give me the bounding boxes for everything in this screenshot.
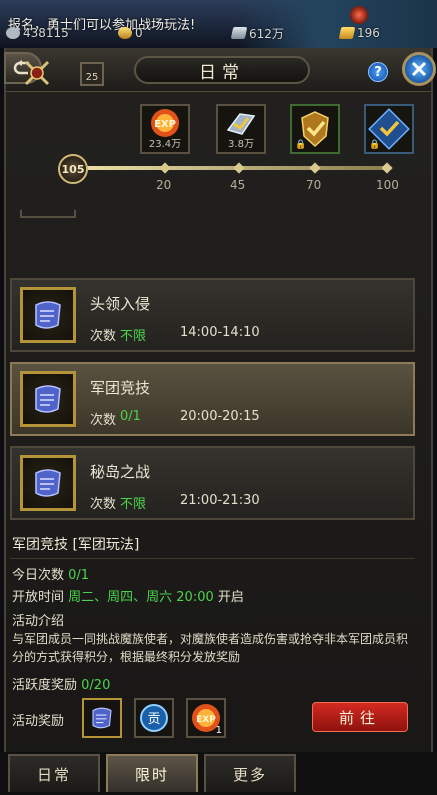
today-count-label: 今日次数 xyxy=(12,568,65,583)
event-name: 头领入侵 xyxy=(90,295,151,313)
milestone-tick xyxy=(309,162,321,174)
scroll-icon xyxy=(35,385,61,413)
event-name: 秘岛之战 xyxy=(90,463,151,481)
svg-text:EXP: EXP xyxy=(154,119,176,130)
rewards-label: 活动奖励 xyxy=(12,714,65,729)
event-count-label: 次数 xyxy=(90,413,117,428)
scene-light-icon xyxy=(350,6,368,24)
milestone-points: 20 xyxy=(156,178,172,192)
power-icon xyxy=(6,27,20,39)
svg-text:贡: 贡 xyxy=(147,712,160,727)
milestone-tick xyxy=(233,162,245,174)
event-time: 21:00-21:30 xyxy=(180,493,260,508)
resource-power: 438115 xyxy=(6,24,69,42)
resource-power-value: 438115 xyxy=(23,26,69,40)
milestone-reward-70[interactable]: 🔒 xyxy=(290,104,340,154)
milestone-points: 45 xyxy=(230,178,246,192)
calendar-icon[interactable]: 25 xyxy=(80,62,104,86)
event-icon xyxy=(20,371,76,427)
event-count: 不限 xyxy=(120,329,147,344)
event-icon xyxy=(20,455,76,511)
gold-ingot-icon xyxy=(338,27,356,39)
svg-text:EXP: EXP xyxy=(196,715,216,725)
lock-icon: 🔒 xyxy=(295,140,307,150)
milestone-tick xyxy=(159,162,171,174)
event-details: 军团竞技 [军团玩法] 今日次数 0/1 开放时间 周二、周四、周六 20:00… xyxy=(10,530,415,744)
activity-level: 105 xyxy=(58,154,88,184)
activity-progress: 25 EXP 23.4万 3.8万 🔒 🔒 105 20 45 70 100 xyxy=(10,50,415,250)
event-count-label: 次数 xyxy=(90,497,117,512)
event-count-label: 次数 xyxy=(90,329,117,344)
resource-gold-value: 0 xyxy=(135,26,143,40)
milestone-tick xyxy=(381,162,393,174)
reward-slot-exp[interactable]: EXP 1 xyxy=(186,698,226,738)
today-count-value: 0/1 xyxy=(68,568,90,583)
activeness-line: 活跃度奖励 0/20 xyxy=(12,674,110,693)
open-time-label: 开放时间 xyxy=(12,590,65,605)
milestone-points: 70 xyxy=(306,178,322,192)
reward-count: 1 xyxy=(215,725,222,736)
resource-gold: 0 xyxy=(118,24,143,42)
divider xyxy=(10,558,415,559)
event-time: 14:00-14:10 xyxy=(180,325,260,340)
silver-icon xyxy=(230,27,248,39)
milestone-reward-20[interactable]: EXP 23.4万 xyxy=(140,104,190,154)
intro-label: 活动介绍 xyxy=(12,614,65,629)
gold-coin-icon xyxy=(118,27,132,39)
event-count: 不限 xyxy=(120,497,147,512)
activeness-label: 活跃度奖励 xyxy=(12,678,78,693)
reward-slot-scroll[interactable] xyxy=(82,698,122,738)
milestone-amount: 23.4万 xyxy=(148,139,182,150)
crossed-swords-icon[interactable] xyxy=(22,58,52,88)
open-suffix: 开启 xyxy=(217,590,244,605)
tab-limited[interactable]: 限时 xyxy=(106,754,198,792)
today-count-line: 今日次数 0/1 xyxy=(12,564,89,583)
event-item-secret-island[interactable]: 秘岛之战 次数 不限 21:00-21:30 xyxy=(10,446,415,520)
event-count: 0/1 xyxy=(120,409,141,424)
details-title: 军团竞技 [军团玩法] xyxy=(12,537,140,553)
scroll-icon xyxy=(35,469,61,497)
event-icon xyxy=(20,287,76,343)
open-time-line: 开放时间 周二、周四、周六 20:00 开启 xyxy=(12,586,244,605)
event-time: 20:00-20:15 xyxy=(180,409,260,424)
scroll-icon xyxy=(35,301,61,329)
tab-daily[interactable]: 日常 xyxy=(8,754,100,792)
intro-text: 与军团成员一同挑战魔族使者，对魔族使者造成伤害或抢夺非本军团成员积分的方式获得积… xyxy=(12,632,409,664)
resource-silver: 612万 xyxy=(230,24,284,42)
activeness-value: 0/20 xyxy=(81,678,111,693)
tab-more[interactable]: 更多 xyxy=(204,754,296,792)
milestone-points: 100 xyxy=(376,178,399,192)
go-button[interactable]: 前往 xyxy=(312,702,408,732)
event-item-boss-invasion[interactable]: 头领入侵 次数 不限 14:00-14:10 xyxy=(10,278,415,352)
event-item-legion-arena[interactable]: 军团竞技 次数 0/1 20:00-20:15 xyxy=(10,362,415,436)
reward-slot-contribution[interactable]: 贡 xyxy=(134,698,174,738)
contribution-icon: 贡 xyxy=(140,704,168,732)
resource-silver-value: 612万 xyxy=(249,26,284,41)
calendar-day: 25 xyxy=(85,72,99,83)
milestone-reward-100[interactable]: 🔒 xyxy=(364,104,414,154)
progress-track xyxy=(72,166,390,170)
lock-icon: 🔒 xyxy=(369,140,381,150)
open-days: 周二、周四、周六 20:00 xyxy=(68,590,214,605)
status-bar: 报名，勇士们可以参加战场玩法! 438115 0 612万 196 xyxy=(0,0,437,48)
milestone-reward-45[interactable]: 3.8万 xyxy=(216,104,266,154)
resource-ingot-value: 196 xyxy=(357,26,380,40)
bottom-tabs: 日常 限时 更多 xyxy=(0,752,437,795)
scroll-icon xyxy=(92,707,112,729)
milestone-amount: 3.8万 xyxy=(228,139,254,150)
list-scroll-edge xyxy=(20,210,76,218)
resource-ingot: 196 xyxy=(338,24,380,42)
event-name: 军团竞技 xyxy=(90,379,151,397)
